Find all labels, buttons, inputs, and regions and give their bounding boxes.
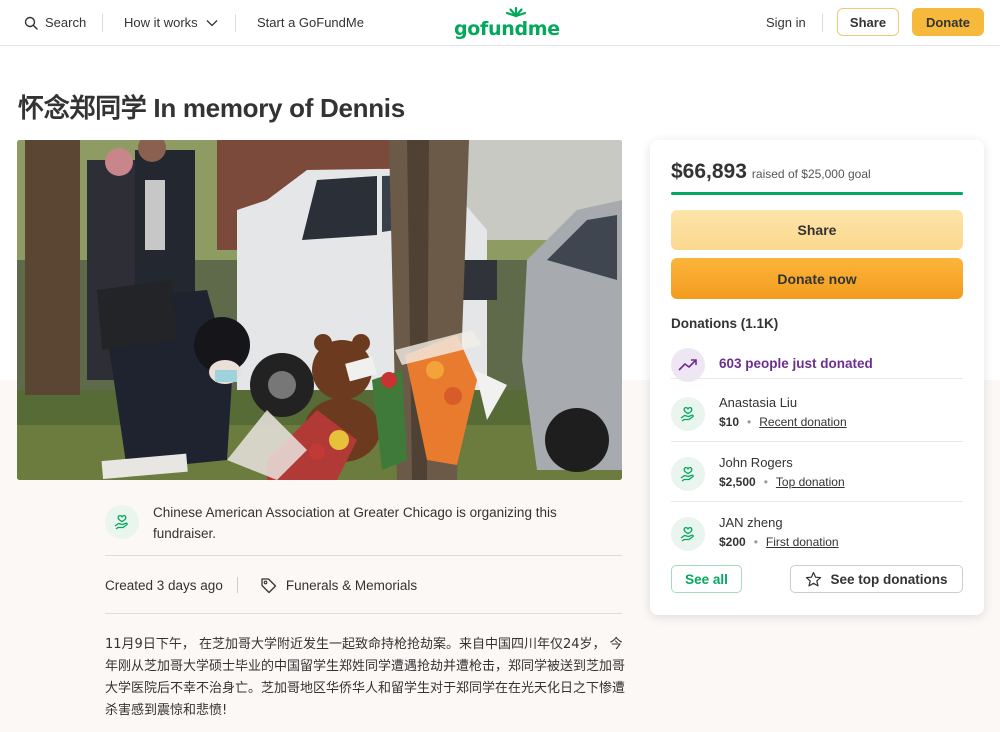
donor-amount: $200 xyxy=(719,535,746,549)
nav-divider xyxy=(822,14,823,32)
page-title: 怀念郑同学 In memory of Dennis xyxy=(18,93,405,123)
campaign-story: 11月9日下午， 在芝加哥大学附近发生一起致命持枪抢劫案。来自中国四川年仅24岁… xyxy=(105,637,626,718)
share-button[interactable]: Share xyxy=(671,210,963,250)
donor-item: JAN zheng $200 • First donation xyxy=(671,515,963,555)
nav-divider xyxy=(102,14,103,32)
start-gofundme-link[interactable]: Start a GoFundMe xyxy=(257,0,364,45)
category-label: Funerals & Memorials xyxy=(285,577,418,593)
search-icon xyxy=(24,16,38,30)
donor-item: John Rogers $2,500 • Top donation xyxy=(671,455,963,495)
how-it-works-menu[interactable]: How it works xyxy=(124,0,218,45)
logo-sun-icon xyxy=(505,6,527,18)
donations-heading: Donations (1.1K) xyxy=(671,316,779,331)
heart-hand-icon xyxy=(114,515,128,530)
donor-name: John Rogers xyxy=(719,455,793,470)
progress-bar xyxy=(671,192,963,195)
donor-name: JAN zheng xyxy=(719,515,783,530)
donor-details: $2,500 • Top donation xyxy=(719,475,845,489)
heart-hand-icon xyxy=(680,407,694,422)
see-top-donations-label: See top donations xyxy=(830,571,948,587)
donate-button-header[interactable]: Donate xyxy=(912,8,984,36)
donation-card: $66,893 raised of $25,000 goal Share Don… xyxy=(650,140,984,615)
donor-avatar xyxy=(671,517,705,551)
meta-divider xyxy=(236,577,238,593)
donation-type-link[interactable]: Recent donation xyxy=(759,415,846,429)
campaign-meta: Created 3 days ago Funerals & Memorials xyxy=(105,574,417,596)
start-gofundme-label: Start a GoFundMe xyxy=(257,15,364,30)
donor-item: Anastasia Liu $10 • Recent donation xyxy=(671,395,963,435)
organizer-info[interactable]: Chinese American Association at Greater … xyxy=(105,502,622,544)
star-icon xyxy=(806,571,822,586)
donate-now-button[interactable]: Donate now xyxy=(671,258,963,299)
list-divider xyxy=(671,378,963,379)
raised-amount: $66,893 xyxy=(671,160,747,183)
see-top-donations-button[interactable]: See top donations xyxy=(790,565,963,593)
donor-name: Anastasia Liu xyxy=(719,395,798,410)
trend-up-icon xyxy=(678,359,697,371)
organizer-text: Chinese American Association at Greater … xyxy=(153,505,557,541)
separator-dot: • xyxy=(747,415,752,429)
site-header: Search How it works Start a GoFundMe gof… xyxy=(0,0,1000,46)
chevron-down-icon xyxy=(206,19,218,26)
heart-hand-icon xyxy=(680,527,694,542)
goal-text: raised of $25,000 goal xyxy=(751,167,871,181)
category-link[interactable]: Funerals & Memorials xyxy=(260,577,417,594)
how-it-works-label: How it works xyxy=(124,15,198,30)
donor-amount: $2,500 xyxy=(719,475,756,489)
sign-in-link[interactable]: Sign in xyxy=(766,0,806,45)
donor-details: $10 • Recent donation xyxy=(719,415,847,429)
donation-type-link[interactable]: Top donation xyxy=(776,475,845,489)
campaign-photo[interactable] xyxy=(17,140,622,480)
sign-in-label: Sign in xyxy=(766,15,806,30)
see-all-button[interactable]: See all xyxy=(671,565,742,593)
progress-fill xyxy=(671,192,963,195)
raised-summary: $66,893 raised of $25,000 goal xyxy=(671,160,871,184)
tag-icon xyxy=(261,577,276,593)
heart-hand-icon xyxy=(680,467,694,482)
list-divider xyxy=(671,501,963,502)
created-date: Created 3 days ago xyxy=(105,577,223,593)
memorial-photo-illustration xyxy=(17,140,622,480)
donation-type-link[interactable]: First donation xyxy=(766,535,839,549)
trend-text: 603 people just donated xyxy=(719,356,873,371)
recent-donors-trend: 603 people just donated xyxy=(671,348,963,382)
search-label: Search xyxy=(45,15,87,30)
donor-amount: $10 xyxy=(719,415,740,429)
organizer-avatar xyxy=(105,505,139,539)
list-divider xyxy=(671,441,963,442)
section-divider xyxy=(105,613,622,614)
share-button-header[interactable]: Share xyxy=(837,8,899,36)
nav-divider xyxy=(235,14,236,32)
gofundme-logo[interactable]: gofundme xyxy=(454,6,560,40)
donor-avatar xyxy=(671,457,705,491)
separator-dot: • xyxy=(753,535,758,549)
section-divider xyxy=(105,555,622,556)
separator-dot: • xyxy=(763,475,768,489)
donor-avatar xyxy=(671,397,705,431)
donor-details: $200 • First donation xyxy=(719,535,839,549)
search-link[interactable]: Search xyxy=(24,0,86,45)
trend-avatar xyxy=(671,348,705,382)
logo-text: gofundme xyxy=(454,18,560,40)
